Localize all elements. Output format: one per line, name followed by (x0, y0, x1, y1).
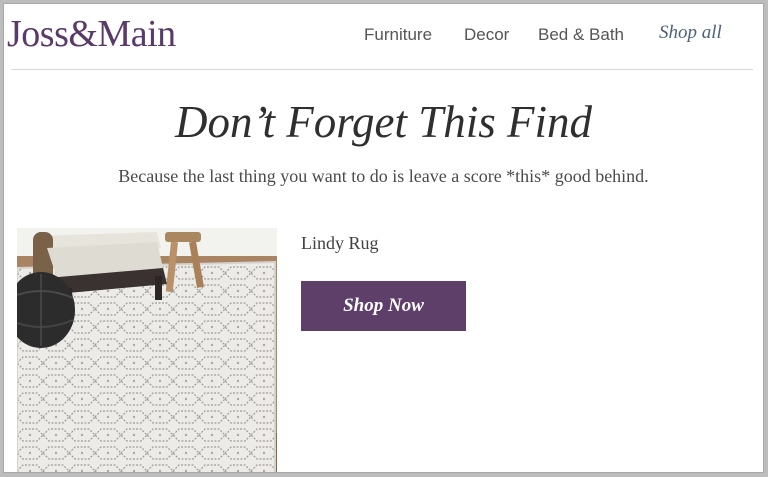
nav-link-decor[interactable]: Decor (464, 24, 509, 46)
brand-logo[interactable]: Joss&Main (7, 10, 176, 58)
product-name[interactable]: Lindy Rug (301, 231, 379, 255)
nav-link-furniture[interactable]: Furniture (364, 24, 432, 46)
header-divider (11, 69, 753, 70)
email-header: Joss&Main Furniture Decor Bed & Bath Sho… (4, 4, 763, 70)
shop-now-button[interactable]: Shop Now (301, 281, 466, 331)
nav-link-shop-all[interactable]: Shop all (659, 22, 722, 44)
email-frame: Joss&Main Furniture Decor Bed & Bath Sho… (3, 3, 764, 473)
product-image[interactable] (17, 228, 277, 472)
headline: Don’t Forget This Find (174, 97, 593, 147)
subheadline: Because the last thing you want to do is… (118, 166, 649, 186)
rug-product-photo-icon (17, 228, 277, 472)
nav-link-bed-bath[interactable]: Bed & Bath (538, 24, 624, 46)
